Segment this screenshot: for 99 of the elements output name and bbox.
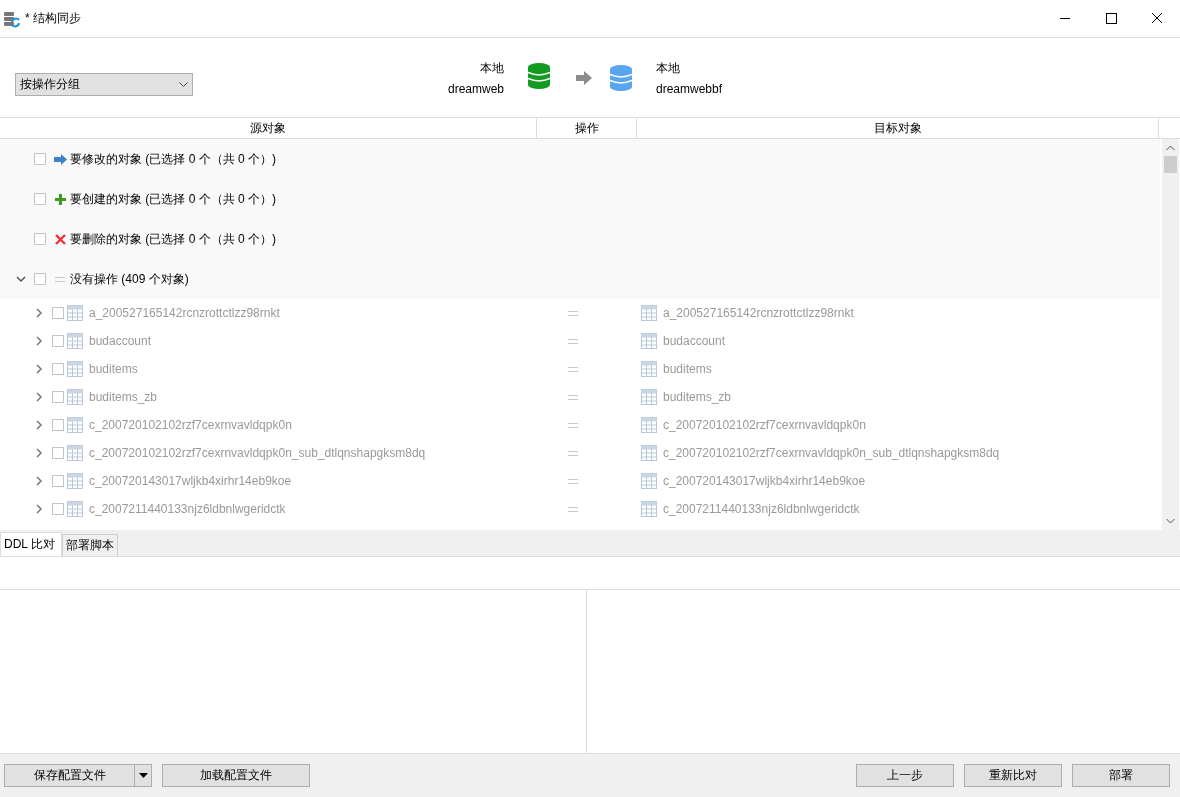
footer-button[interactable]: 重新比对 <box>964 764 1062 787</box>
table-icon <box>67 389 83 405</box>
equals-icon <box>568 394 578 400</box>
expand-chevron-icon[interactable] <box>35 448 43 458</box>
source-object-name: c_200720143017wljkb4xirhr14eb9koe <box>89 474 292 488</box>
checkbox[interactable] <box>52 475 64 487</box>
source-object-name: c_2007211440133njz6ldbnlwgeridctk <box>89 502 286 516</box>
checkbox[interactable] <box>52 335 64 347</box>
scroll-down-icon[interactable] <box>1166 518 1175 524</box>
checkbox[interactable] <box>52 419 64 431</box>
target-object-name: buditems_zb <box>663 390 732 404</box>
table-icon <box>67 501 83 517</box>
expand-chevron-icon[interactable] <box>35 364 43 374</box>
group-label: 要修改的对象 (已选择 0 个（共 0 个）) <box>70 150 276 168</box>
group-row[interactable]: 要删除的对象 (已选择 0 个（共 0 个）) <box>0 219 1160 259</box>
expand-chevron-icon[interactable] <box>35 336 43 346</box>
group-by-dropdown[interactable]: 按操作分组 <box>15 73 193 96</box>
arrow-right-icon <box>576 70 592 85</box>
dropdown-arrow-icon[interactable] <box>134 765 151 786</box>
scroll-up-icon[interactable] <box>1166 145 1175 151</box>
expand-chevron-icon[interactable] <box>35 504 43 514</box>
source-object-name: a_200527165142rcnzrottctlzz98rnkt <box>89 306 280 320</box>
target-object-name: budaccount <box>663 334 726 348</box>
footer-button[interactable]: 上一步 <box>856 764 954 787</box>
column-header: 源对象 <box>0 118 537 138</box>
window-title: * 结构同步 <box>25 10 81 27</box>
column-header: 目标对象 <box>637 118 1159 138</box>
source-object-name: budaccount <box>89 334 152 348</box>
table-icon <box>67 473 83 489</box>
source-location: 本地 <box>479 59 504 77</box>
scroll-thumb[interactable] <box>1164 156 1177 173</box>
equals-icon <box>568 338 578 344</box>
source-object-name: buditems_zb <box>89 390 158 404</box>
table-icon <box>641 445 657 461</box>
arrow-right-icon <box>53 153 67 165</box>
equals-icon <box>568 506 578 512</box>
group-label: 要创建的对象 (已选择 0 个（共 0 个）) <box>70 190 276 208</box>
group-row[interactable]: 要创建的对象 (已选择 0 个（共 0 个）) <box>0 179 1160 219</box>
target-object-name: c_200720143017wljkb4xirhr14eb9koe <box>663 474 866 488</box>
target-object-name: c_200720102102rzf7cexrnvavldqpk0n <box>663 418 866 432</box>
group-label: 要删除的对象 (已选择 0 个（共 0 个）) <box>70 230 276 248</box>
scrollbar[interactable] <box>1162 139 1179 530</box>
app-icon <box>4 9 20 28</box>
footer-button[interactable]: 加载配置文件 <box>162 764 310 787</box>
equals-icon <box>568 366 578 372</box>
tab[interactable]: DDL 比对 <box>0 532 62 556</box>
equals-icon <box>568 310 578 316</box>
checkbox[interactable] <box>52 307 64 319</box>
table-icon <box>641 389 657 405</box>
checkbox[interactable] <box>52 503 64 515</box>
source-database: dreamweb <box>446 81 504 96</box>
source-object-name: buditems <box>89 362 138 376</box>
checkbox[interactable] <box>34 233 46 245</box>
table-icon <box>67 333 83 349</box>
checkbox[interactable] <box>34 273 46 285</box>
database-icon <box>610 64 632 91</box>
group-row[interactable]: 没有操作 (409 个对象) <box>0 259 1160 299</box>
checkbox[interactable] <box>52 447 64 459</box>
source-object-name: c_200720102102rzf7cexrnvavldqpk0n_sub_dtlqnshapgksm8dq <box>89 446 426 460</box>
equals-icon <box>568 450 578 456</box>
target-object-name: c_2007211440133njz6ldbnlwgeridctk <box>663 502 860 516</box>
delete-x-icon <box>54 233 66 245</box>
database-icon <box>528 63 550 89</box>
table-icon <box>67 305 83 321</box>
expand-chevron-icon[interactable] <box>35 476 43 486</box>
table-icon <box>67 445 83 461</box>
tab[interactable]: 部署脚本 <box>61 534 118 556</box>
save-split-button[interactable]: 保存配置文件 <box>4 764 152 787</box>
target-database: dreamwebbf <box>656 81 723 96</box>
expand-chevron-icon[interactable] <box>35 308 43 318</box>
table-icon <box>641 417 657 433</box>
checkbox[interactable] <box>34 193 46 205</box>
table-icon <box>641 473 657 489</box>
expand-chevron-icon[interactable] <box>35 420 43 430</box>
target-object-name: buditems <box>663 362 712 376</box>
table-icon <box>67 417 83 433</box>
group-label: 没有操作 (409 个对象) <box>70 270 189 288</box>
checkbox[interactable] <box>52 391 64 403</box>
column-header: 操作 <box>537 118 637 138</box>
checkbox[interactable] <box>52 363 64 375</box>
footer-button[interactable]: 部署 <box>1072 764 1170 787</box>
plus-icon <box>54 193 66 205</box>
source-object-name: c_200720102102rzf7cexrnvavldqpk0n <box>89 418 292 432</box>
table-icon <box>641 333 657 349</box>
table-icon <box>67 361 83 377</box>
equals-icon <box>55 276 65 282</box>
chevron-down-icon <box>179 81 188 88</box>
table-icon <box>641 501 657 517</box>
checkbox[interactable] <box>34 153 46 165</box>
table-icon <box>641 305 657 321</box>
target-object-name: c_200720102102rzf7cexrnvavldqpk0n_sub_dtlqnshapgksm8dq <box>663 446 1000 460</box>
expand-chevron-icon[interactable] <box>35 392 43 402</box>
collapse-chevron-icon[interactable] <box>16 275 26 283</box>
equals-icon <box>568 422 578 428</box>
target-object-name: a_200527165142rcnzrottctlzz98rnkt <box>663 306 854 320</box>
target-location: 本地 <box>656 59 681 77</box>
equals-icon <box>568 478 578 484</box>
group-row[interactable]: 要修改的对象 (已选择 0 个（共 0 个）) <box>0 139 1160 179</box>
table-icon <box>641 361 657 377</box>
